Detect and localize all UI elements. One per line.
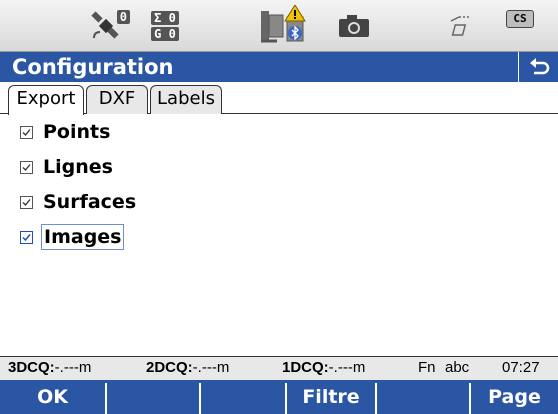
tab-labels[interactable]: Labels xyxy=(150,85,222,114)
checkmark-icon xyxy=(22,128,31,136)
options-list: Points Lignes Surfaces Images xyxy=(0,114,558,354)
info-bar: 3DCQ:-.---m 2DCQ:-.---m 1DCQ:-.---m Fn a… xyxy=(0,356,558,380)
softkey-f2[interactable] xyxy=(107,380,199,414)
cq1d-readout: 1DCQ:-.---m xyxy=(282,357,365,379)
surfaces-label: Surfaces xyxy=(43,191,137,213)
coordinate-system-status[interactable]: CS xyxy=(496,0,544,52)
tab-dxf[interactable]: DXF xyxy=(86,85,148,114)
satellite-count: 0 xyxy=(116,10,130,24)
fn-indicator: Fn xyxy=(418,359,436,376)
cq1d-value: -.---m xyxy=(328,359,366,376)
checkmark-icon xyxy=(22,233,31,241)
checkmark-icon xyxy=(22,163,31,171)
g-count: 0 xyxy=(168,27,176,41)
images-label: Images xyxy=(41,224,125,250)
cq2d-label: 2DCQ: xyxy=(146,359,193,376)
option-row-surfaces[interactable]: Surfaces xyxy=(8,186,138,218)
points-label: Points xyxy=(43,121,111,143)
softkey-f5[interactable] xyxy=(377,380,469,414)
g-label: G xyxy=(154,27,162,41)
signal-status[interactable]: Σ 0 G 0 xyxy=(146,0,184,52)
cq3d-label: 3DCQ: xyxy=(8,359,55,376)
cq2d-readout: 2DCQ:-.---m xyxy=(146,357,229,379)
instrument-warning-icon xyxy=(261,5,306,43)
option-row-points[interactable]: Points xyxy=(8,116,112,148)
clock: 07:27 xyxy=(502,359,540,376)
camera-status[interactable] xyxy=(334,0,374,52)
page-title: Configuration xyxy=(12,55,174,79)
polyline-icon xyxy=(450,16,469,36)
cs-badge: CS xyxy=(506,10,534,28)
title-bar: Configuration xyxy=(0,52,558,82)
sigma-indicator: Σ 0 xyxy=(151,11,179,25)
softkey-page[interactable]: Page xyxy=(471,380,558,414)
checkmark-icon xyxy=(22,198,31,206)
softkey-f3[interactable] xyxy=(201,380,285,414)
status-bar: 0 Σ 0 G 0 CS xyxy=(0,0,558,52)
camera-icon xyxy=(339,15,369,37)
softkey-filtre[interactable]: Filtre xyxy=(287,380,375,414)
option-row-lignes[interactable]: Lignes xyxy=(8,151,115,183)
back-button[interactable] xyxy=(518,52,558,82)
g-indicator: G 0 xyxy=(151,27,179,41)
images-checkbox[interactable] xyxy=(20,230,33,244)
cq1d-label: 1DCQ: xyxy=(282,359,329,376)
softkey-bar: OK Filtre Page xyxy=(0,380,558,414)
softkey-ok[interactable]: OK xyxy=(0,380,105,414)
instrument-status[interactable] xyxy=(255,0,319,52)
sigma-count: 0 xyxy=(168,11,176,25)
lignes-checkbox[interactable] xyxy=(20,160,33,174)
cq3d-value: -.---m xyxy=(54,359,92,376)
tab-bar: Export DXF Labels xyxy=(0,82,558,115)
points-checkbox[interactable] xyxy=(20,125,33,139)
option-row-images[interactable]: Images xyxy=(8,221,125,253)
tab-export[interactable]: Export xyxy=(8,85,84,115)
line-status[interactable] xyxy=(440,0,484,52)
cq3d-readout: 3DCQ:-.---m xyxy=(8,357,91,379)
satellite-status[interactable]: 0 xyxy=(82,0,130,52)
lignes-label: Lignes xyxy=(43,156,113,178)
cq2d-value: -.---m xyxy=(192,359,230,376)
input-mode: abc xyxy=(445,359,470,376)
surfaces-checkbox[interactable] xyxy=(20,195,33,209)
bluetooth-icon xyxy=(288,25,302,41)
back-arrow-icon xyxy=(529,58,549,75)
sigma-label: Σ xyxy=(154,11,162,25)
